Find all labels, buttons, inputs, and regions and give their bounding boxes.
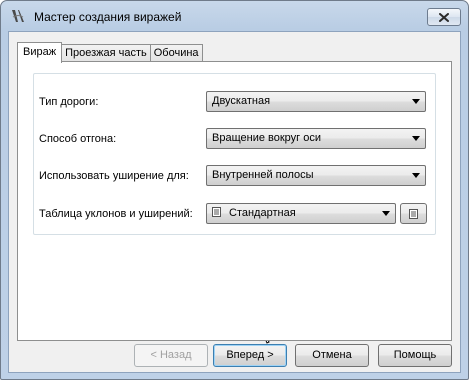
road-type-value: Двускатная	[212, 95, 271, 107]
edit-table-button[interactable]	[400, 203, 427, 224]
tab-shoulder[interactable]: Обочина	[149, 44, 203, 62]
road-curve-icon	[12, 10, 24, 22]
table-icon	[409, 208, 418, 219]
back-button[interactable]: < Назад	[134, 344, 208, 367]
widening-label: Использовать уширение для:	[39, 170, 189, 182]
slope-table-value: Стандартная	[229, 207, 296, 219]
close-icon	[439, 12, 449, 22]
road-type-select[interactable]: Двускатная	[206, 91, 426, 112]
transition-method-value: Вращение вокруг оси	[212, 132, 321, 144]
close-button[interactable]	[427, 8, 461, 26]
tab-roadway[interactable]: Проезжая часть	[61, 44, 151, 62]
wizard-window: Мастер создания виражей Вираж Проезжая ч…	[0, 0, 469, 380]
window-title: Мастер создания виражей	[34, 10, 182, 24]
widening-select[interactable]: Внутренней полосы	[206, 165, 426, 186]
slope-table-select[interactable]: Стандартная	[206, 203, 396, 224]
next-button[interactable]: Вперед >	[213, 344, 287, 367]
help-button[interactable]: Помощь	[378, 344, 452, 367]
settings-group: Тип дороги: Двускатная Способ отгона: Вр…	[33, 73, 436, 235]
chevron-down-icon	[412, 173, 420, 178]
dialog-client-area: Вираж Проезжая часть Обочина Тип дороги:…	[8, 31, 461, 373]
slope-table-label: Таблица уклонов и уширений:	[39, 208, 193, 220]
transition-method-select[interactable]: Вращение вокруг оси	[206, 128, 426, 149]
chevron-down-icon	[412, 136, 420, 141]
road-type-label: Тип дороги:	[39, 96, 99, 108]
cancel-button[interactable]: Отмена	[295, 344, 369, 367]
widening-value: Внутренней полосы	[212, 169, 314, 181]
chevron-down-icon	[382, 211, 390, 216]
chevron-down-icon	[412, 99, 420, 104]
transition-method-label: Способ отгона:	[39, 133, 117, 145]
table-icon	[212, 207, 221, 218]
title-bar[interactable]: Мастер создания виражей	[1, 1, 468, 31]
tab-virazh[interactable]: Вираж	[17, 42, 63, 63]
tab-strip: Вираж Проезжая часть Обочина	[17, 42, 203, 63]
tab-panel-virazh: Тип дороги: Двускатная Способ отгона: Вр…	[17, 61, 452, 341]
